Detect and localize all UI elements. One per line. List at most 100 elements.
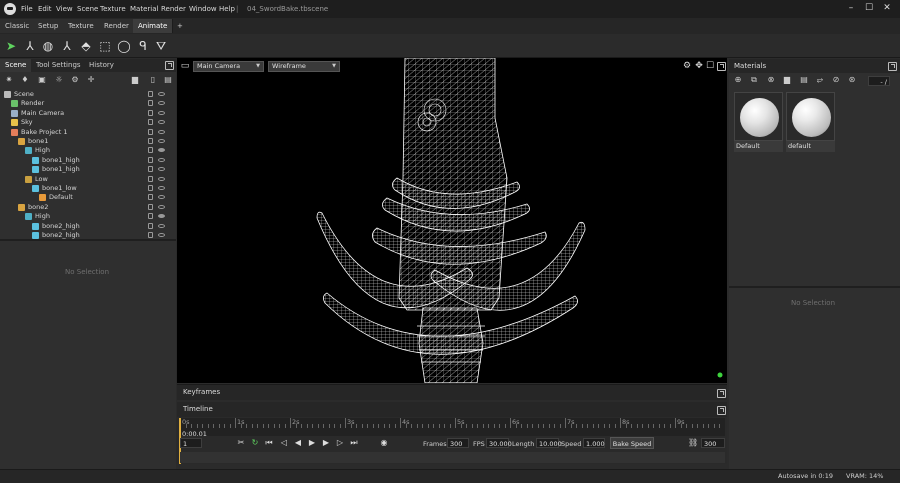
prev-key-icon[interactable]: ◁ (279, 437, 289, 449)
link-icon[interactable]: ⛓ (688, 437, 698, 449)
visibility-eye-icon[interactable] (158, 167, 165, 172)
viewport-expand-icon[interactable] (717, 62, 726, 71)
lock-icon[interactable]: ▯ (148, 75, 158, 85)
thumbnail-size-field[interactable]: - / (868, 76, 890, 86)
add-bake-icon[interactable]: ⚙ (70, 75, 80, 85)
visibility-eye-icon[interactable] (158, 176, 165, 181)
transform-object-icon[interactable]: ⬘ (78, 38, 94, 54)
visibility-eye-icon[interactable] (158, 157, 165, 162)
add-tab-button[interactable]: + (172, 19, 188, 33)
tab-setup[interactable]: Setup (33, 19, 65, 33)
fps-field[interactable]: 30.000 (486, 438, 512, 448)
menu-edit[interactable]: Edit (38, 3, 52, 15)
close-icon[interactable]: ✕ (880, 2, 894, 15)
visibility-eye-icon[interactable] (158, 101, 165, 106)
visibility-eye-icon[interactable] (158, 110, 165, 115)
visibility-eye-icon[interactable] (158, 92, 165, 96)
end-frame-field[interactable]: 300 (701, 438, 725, 448)
lock-icon[interactable] (148, 119, 153, 126)
menu-material[interactable]: Material (130, 3, 158, 15)
new-folder-icon[interactable]: ▆ (130, 75, 140, 85)
scissors-icon[interactable]: ✂ (236, 437, 246, 449)
add-sky-icon[interactable]: ☼ (54, 75, 64, 85)
add-material-icon[interactable]: ⊕ (733, 75, 743, 85)
tree-item[interactable]: Main Camera (0, 109, 175, 118)
visibility-eye-icon[interactable] (158, 204, 165, 209)
tab-tool-settings[interactable]: Tool Settings (31, 59, 86, 72)
material-link-icon[interactable]: ⥂ (815, 75, 825, 85)
viewport-menu-icon[interactable]: ▭ (180, 61, 190, 71)
loop-icon[interactable]: ↻ (250, 437, 260, 449)
visibility-eye-icon[interactable] (158, 129, 165, 134)
visibility-eye-icon[interactable] (158, 223, 165, 228)
rect-select-icon[interactable]: ⬚ (97, 38, 113, 54)
material-swap-icon[interactable]: ⊗ (766, 75, 776, 85)
tree-item[interactable]: Sky (0, 118, 175, 127)
materials-expand-icon[interactable] (888, 62, 897, 71)
tree-item[interactable]: bone1 (0, 137, 175, 146)
tree-item[interactable]: bone2 (0, 203, 175, 212)
visibility-eye-icon[interactable] (158, 120, 165, 125)
tree-item[interactable]: Scene (0, 90, 175, 99)
tree-item[interactable]: bone1_high (0, 165, 175, 174)
tab-render[interactable]: Render (99, 19, 135, 33)
bake-speed-button[interactable]: Bake Speed (610, 437, 654, 449)
menu-help[interactable]: Help (219, 3, 235, 15)
tab-scene[interactable]: Scene (0, 59, 32, 72)
visibility-eye-icon[interactable] (158, 186, 165, 190)
circle-select-icon[interactable]: ◯ (116, 38, 132, 54)
lock-icon[interactable] (148, 166, 153, 173)
3d-viewport[interactable] (177, 58, 727, 383)
next-key-icon[interactable]: ▷ (335, 437, 345, 449)
duplicate-material-icon[interactable]: ⧉ (749, 75, 759, 85)
length-field[interactable]: 10.000 (536, 438, 562, 448)
tree-item[interactable]: Low (0, 175, 175, 184)
add-object-icon[interactable]: ✷ (4, 75, 14, 85)
maximize-icon[interactable]: ☐ (862, 2, 876, 15)
lock-icon[interactable] (148, 194, 153, 201)
material-thumb-default2[interactable] (786, 92, 835, 141)
material-thumb-default[interactable] (734, 92, 783, 141)
material-paint-icon[interactable]: ⊛ (847, 75, 857, 85)
menu-window[interactable]: Window (189, 3, 217, 15)
scale-gizmo-icon[interactable]: ⅄ (59, 38, 75, 54)
lock-icon[interactable] (148, 147, 153, 154)
delete-icon[interactable]: ▤ (163, 75, 173, 85)
timeline-track[interactable] (180, 452, 725, 463)
tree-item[interactable]: bone1_high (0, 156, 175, 165)
material-folder-icon[interactable]: ▆ (782, 75, 792, 85)
lock-icon[interactable] (148, 222, 153, 229)
minimize-icon[interactable]: – (844, 2, 858, 15)
tree-item[interactable]: High (0, 146, 175, 155)
menu-file[interactable]: File (21, 3, 33, 15)
visibility-eye-icon[interactable] (158, 195, 165, 200)
lock-icon[interactable] (148, 156, 153, 163)
tab-texture[interactable]: Texture (63, 19, 100, 33)
tree-item[interactable]: bone2_high (0, 222, 175, 231)
timeline-expand-icon[interactable] (717, 406, 726, 415)
play-icon[interactable]: ▶ (307, 437, 317, 449)
visibility-eye-icon[interactable] (158, 148, 165, 153)
skip-end-icon[interactable]: ⏭ (349, 437, 359, 449)
add-camera-icon[interactable]: ▣ (37, 75, 47, 85)
tab-animate[interactable]: Animate (133, 19, 174, 33)
visibility-eye-icon[interactable] (158, 233, 165, 237)
add-shape-icon[interactable]: ✛ (86, 75, 96, 85)
material-check-icon[interactable]: ⊘ (831, 75, 841, 85)
prev-frame-icon[interactable]: ◀ (293, 437, 303, 449)
record-icon[interactable]: ◉ (379, 437, 389, 449)
lock-icon[interactable] (148, 109, 153, 116)
timeline-ruler[interactable]: 0s 1s 2s 3s 4s 5s 6s 7s 8s 9s (180, 418, 725, 436)
tree-item[interactable]: Render (0, 99, 175, 108)
tree-item[interactable]: High (0, 212, 175, 221)
add-light-icon[interactable]: ♦ (20, 75, 30, 85)
lock-icon[interactable] (148, 203, 153, 210)
lasso-select-icon[interactable]: ᑫ (135, 38, 151, 54)
menu-render[interactable]: Render (161, 3, 186, 15)
next-frame-icon[interactable]: ▶ (321, 437, 331, 449)
camera-select[interactable]: Main Camera (193, 61, 264, 72)
tab-classic[interactable]: Classic (0, 19, 36, 33)
polygon-select-icon[interactable]: ⛛ (153, 38, 169, 54)
viewport-frame-icon[interactable]: ☐ (705, 61, 715, 71)
skip-start-icon[interactable]: ⏮ (264, 437, 274, 449)
